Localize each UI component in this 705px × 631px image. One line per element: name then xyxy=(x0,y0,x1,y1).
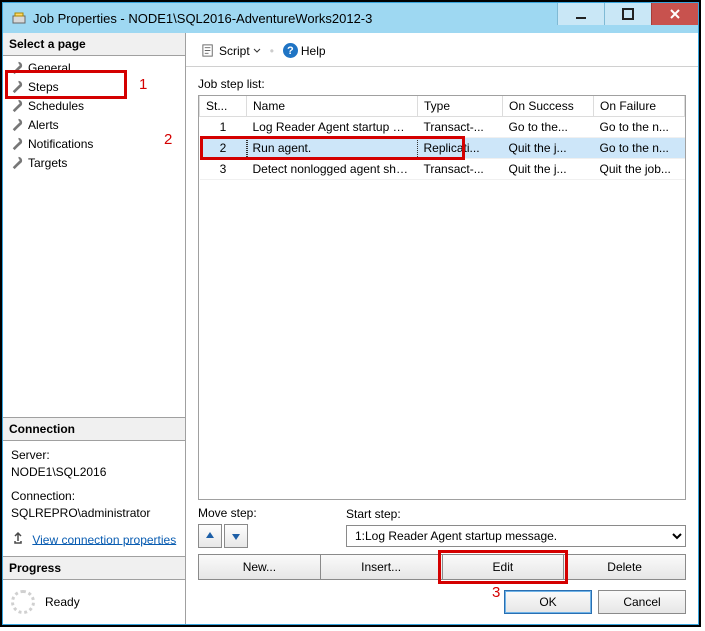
connection-info: Server: NODE1\SQL2016 Connection: SQLREP… xyxy=(3,441,185,556)
move-up-button[interactable] xyxy=(198,524,222,548)
nav-general[interactable]: General xyxy=(3,58,185,77)
nav-label: Alerts xyxy=(28,118,59,132)
new-button[interactable]: New... xyxy=(198,554,321,580)
nav-label: Targets xyxy=(28,156,67,170)
progress-header: Progress xyxy=(3,557,185,580)
connection-label: Connection: xyxy=(11,488,177,505)
toolbar: Script • ? Help xyxy=(186,33,698,67)
connection-icon xyxy=(11,531,25,550)
script-label: Script xyxy=(219,44,250,58)
server-value: NODE1\SQL2016 xyxy=(11,464,177,481)
table-row[interactable]: 1 Log Reader Agent startup message. Tran… xyxy=(200,117,685,138)
maximize-button[interactable] xyxy=(604,3,651,25)
ok-button[interactable]: OK xyxy=(504,590,592,614)
col-name[interactable]: Name xyxy=(247,96,418,117)
script-icon xyxy=(201,43,216,58)
move-step-label: Move step: xyxy=(198,506,338,520)
nav-label: Schedules xyxy=(28,99,84,113)
col-onfailure[interactable]: On Failure xyxy=(594,96,685,117)
cancel-button[interactable]: Cancel xyxy=(598,590,686,614)
job-properties-dialog: Job Properties - NODE1\SQL2016-Adventure… xyxy=(2,2,699,625)
help-icon: ? xyxy=(283,43,298,58)
annotation-3: 3 xyxy=(492,584,500,601)
arrow-down-icon xyxy=(231,531,241,541)
edit-button[interactable]: Edit xyxy=(442,554,565,580)
minimize-button[interactable] xyxy=(557,3,604,25)
app-icon xyxy=(11,10,27,26)
window-title: Job Properties - NODE1\SQL2016-Adventure… xyxy=(33,11,372,26)
nav-alerts[interactable]: Alerts xyxy=(3,115,185,134)
nav-label: General xyxy=(28,61,71,75)
delete-button[interactable]: Delete xyxy=(563,554,686,580)
col-step[interactable]: St... xyxy=(200,96,247,117)
wrench-icon xyxy=(9,155,24,170)
select-page-header: Select a page xyxy=(3,33,185,56)
grid-header[interactable]: St... Name Type On Success On Failure xyxy=(200,96,685,117)
connection-header: Connection xyxy=(3,418,185,441)
move-down-button[interactable] xyxy=(224,524,248,548)
start-step-label: Start step: xyxy=(346,507,686,521)
col-type[interactable]: Type xyxy=(418,96,503,117)
help-label: Help xyxy=(301,44,326,58)
script-button[interactable]: Script xyxy=(198,41,264,60)
wrench-icon xyxy=(9,98,24,113)
titlebar[interactable]: Job Properties - NODE1\SQL2016-Adventure… xyxy=(3,3,698,33)
page-nav: General Steps Schedules Alerts Notificat… xyxy=(3,56,185,178)
start-step-select[interactable]: 1:Log Reader Agent startup message. xyxy=(346,525,686,547)
nav-targets[interactable]: Targets xyxy=(3,153,185,172)
wrench-icon xyxy=(9,79,24,94)
wrench-icon xyxy=(9,60,24,75)
col-onsuccess[interactable]: On Success xyxy=(503,96,594,117)
wrench-icon xyxy=(9,117,24,132)
close-button[interactable] xyxy=(651,3,698,25)
server-label: Server: xyxy=(11,447,177,464)
progress-icon xyxy=(11,590,35,614)
table-row-selected[interactable]: 2 Run agent. Replicati... Quit the j... … xyxy=(200,138,685,159)
nav-label: Steps xyxy=(28,80,59,94)
nav-steps[interactable]: Steps xyxy=(3,77,185,96)
progress-text: Ready xyxy=(45,595,80,609)
side-panel: Select a page General Steps Schedules Al… xyxy=(3,33,186,624)
nav-label: Notifications xyxy=(28,137,93,151)
nav-schedules[interactable]: Schedules xyxy=(3,96,185,115)
wrench-icon xyxy=(9,136,24,151)
help-button[interactable]: ? Help xyxy=(280,41,329,60)
job-step-grid[interactable]: St... Name Type On Success On Failure 1 … xyxy=(198,95,686,500)
connection-value: SQLREPRO\administrator xyxy=(11,505,177,522)
arrow-up-icon xyxy=(205,531,215,541)
insert-button[interactable]: Insert... xyxy=(320,554,443,580)
view-connection-link[interactable]: View connection properties xyxy=(32,532,176,546)
chevron-down-icon xyxy=(253,47,261,55)
job-step-list-label: Job step list: xyxy=(198,77,686,91)
nav-notifications[interactable]: Notifications xyxy=(3,134,185,153)
table-row[interactable]: 3 Detect nonlogged agent shutdown. Trans… xyxy=(200,159,685,180)
